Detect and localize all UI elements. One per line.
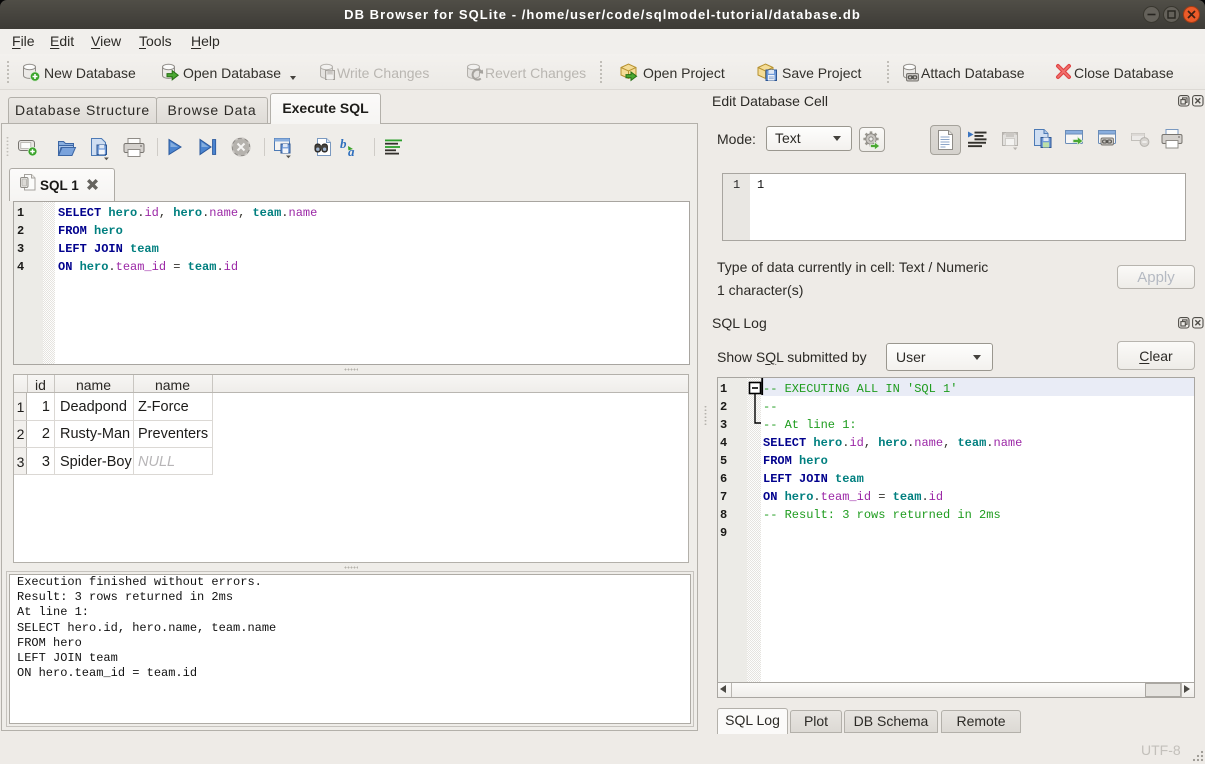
svg-text:a: a [348,144,355,159]
svg-text:b: b [340,136,347,151]
